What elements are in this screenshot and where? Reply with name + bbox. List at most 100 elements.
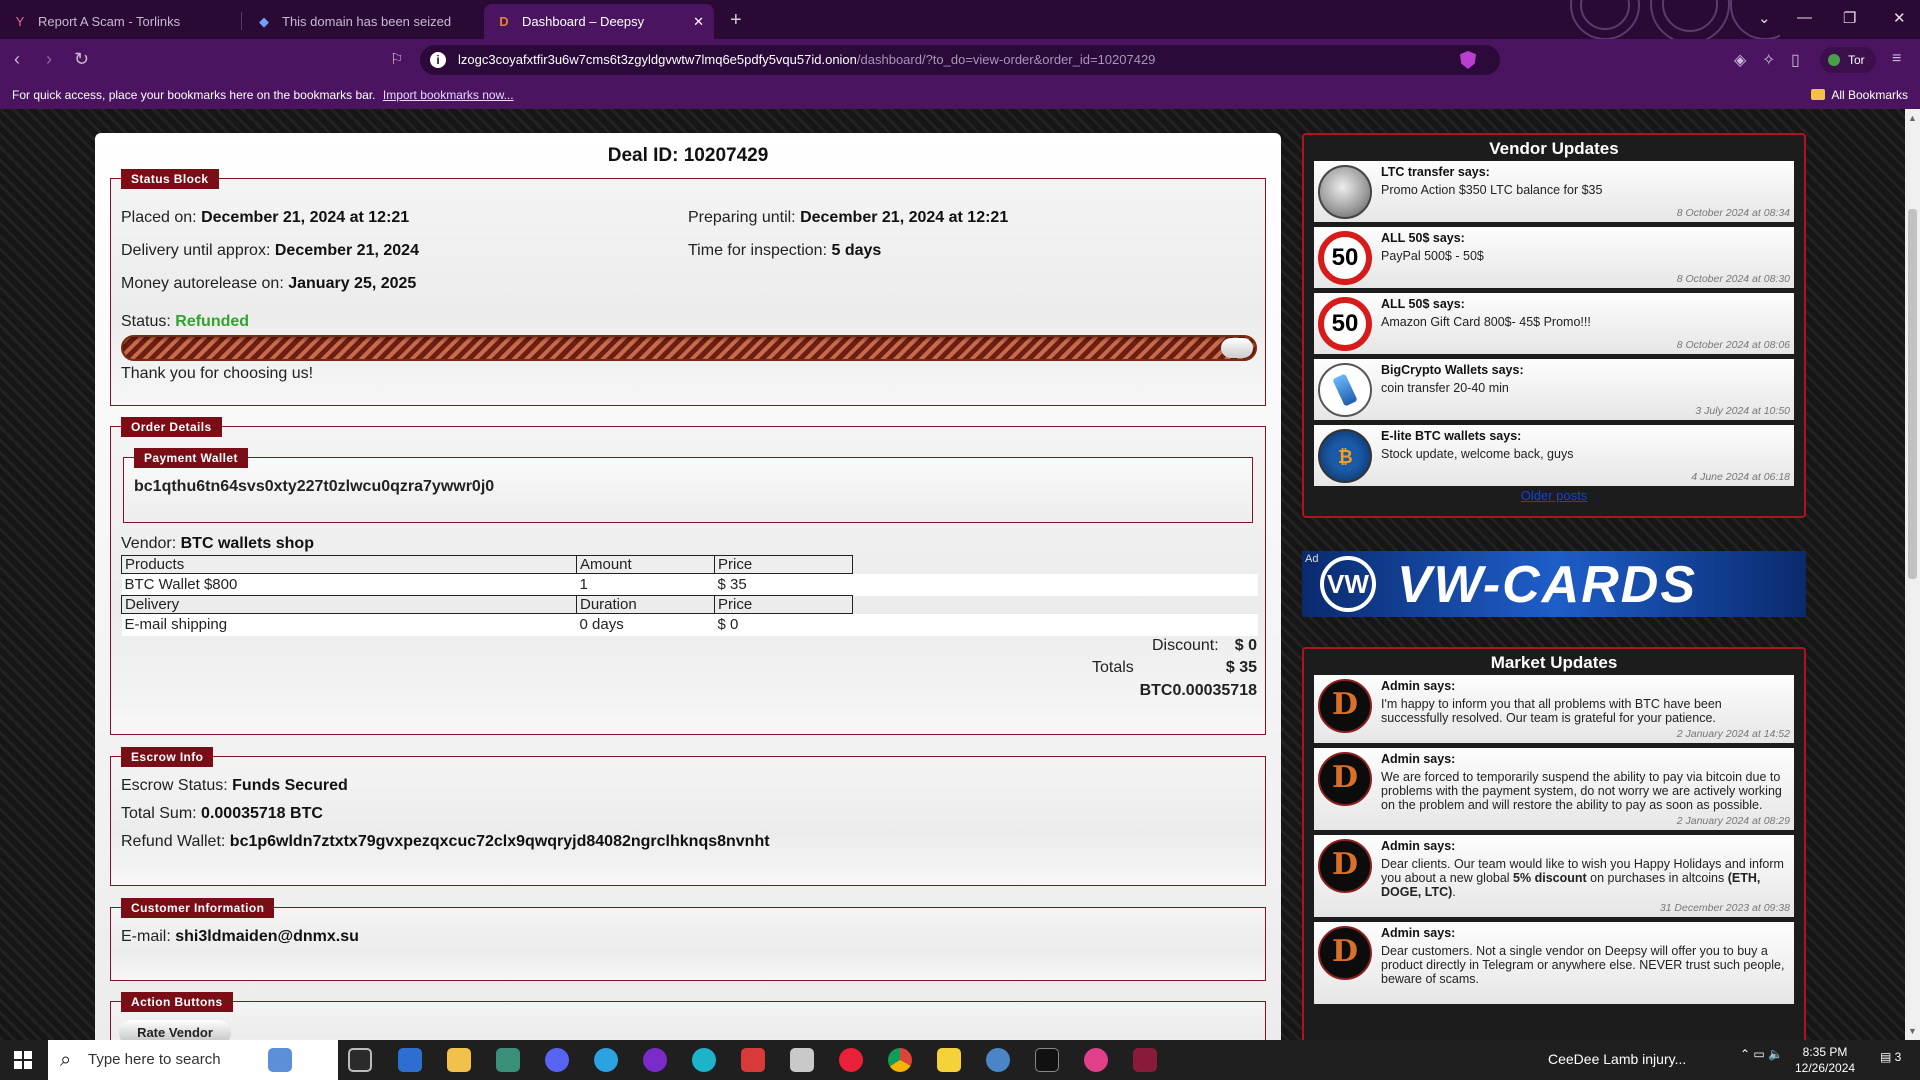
payment-wallet-box: Payment Wallet bc1qthu6tn64svs0xty227t0z… (123, 448, 1253, 523)
url-text[interactable]: lzogc3coyafxtfir3u6w7cms6t3zgyldgvwtw7lm… (458, 52, 1155, 67)
windows-start-icon[interactable] (14, 1051, 32, 1069)
scrollbar-thumb[interactable] (1908, 209, 1917, 579)
notification-icon[interactable]: ▤ 3 (1880, 1050, 1901, 1064)
close-window-icon[interactable]: ✕ (1893, 9, 1906, 27)
update-author[interactable]: ALL 50$ says: (1381, 231, 1786, 245)
scroll-up-icon[interactable]: ▲ (1908, 113, 1917, 123)
vendor-name[interactable]: BTC wallets shop (181, 535, 314, 552)
reload-icon[interactable]: ↻ (74, 49, 89, 70)
app-icon[interactable] (741, 1048, 765, 1072)
taskbar-search-input[interactable]: Type here to search (48, 1040, 338, 1080)
bookmark-icon[interactable]: ⚐ (390, 50, 403, 68)
app-icon[interactable] (1133, 1048, 1157, 1072)
escrow-total-sum: Total Sum: 0.00035718 BTC (121, 805, 323, 822)
tor-button[interactable]: Tor (1820, 47, 1876, 73)
coin-avatar[interactable] (1318, 165, 1372, 219)
wallet-icon[interactable]: ◈ (1734, 50, 1746, 70)
speed-limit-avatar[interactable]: 50 (1318, 297, 1372, 351)
info-icon[interactable]: i (430, 52, 446, 68)
brave-shield-icon[interactable] (1460, 51, 1476, 69)
refund-wallet-address[interactable]: bc1p6wldn7ztxtx79gvxpezqxcuc72clx9qwqryj… (230, 833, 770, 850)
market-update-item: D Admin says: We are forced to temporari… (1314, 748, 1794, 830)
search-highlight-icon[interactable] (268, 1048, 292, 1072)
chrome-icon[interactable] (888, 1048, 912, 1072)
forward-icon[interactable]: › (46, 49, 52, 70)
vendor-line: Vendor: BTC wallets shop (121, 535, 314, 552)
all-bookmarks-button[interactable]: All Bookmarks (1811, 88, 1908, 102)
tor-browser-icon[interactable] (643, 1048, 667, 1072)
brave-icon[interactable] (1084, 1048, 1108, 1072)
tab-report-scam[interactable]: Y Report A Scam - Torlinks (0, 4, 240, 39)
ad-text: VW-CARDS (1397, 556, 1698, 614)
new-tab-button[interactable]: + (730, 9, 742, 32)
tab-bar: Y Report A Scam - Torlinks ◆ This domain… (0, 0, 1920, 39)
tab-dashboard-deepsy[interactable]: D Dashboard – Deepsy ✕ (484, 4, 714, 39)
update-author[interactable]: LTC transfer says: (1381, 165, 1786, 179)
discount-value: $ 0 (1234, 637, 1257, 654)
empty-cell (853, 596, 1258, 614)
scroll-down-icon[interactable]: ▼ (1908, 1026, 1917, 1036)
file-explorer-icon[interactable] (447, 1048, 471, 1072)
terminal-icon[interactable] (1035, 1048, 1059, 1072)
update-timestamp: 2 January 2024 at 08:29 (1676, 815, 1790, 827)
store-icon[interactable] (398, 1048, 422, 1072)
update-author[interactable]: BigCrypto Wallets says: (1381, 363, 1786, 377)
back-icon[interactable]: ‹ (14, 49, 20, 70)
canva-icon[interactable] (692, 1048, 716, 1072)
btc-avatar[interactable] (1318, 429, 1372, 483)
escrow-legend: Escrow Info (121, 747, 214, 767)
tab-title: This domain has been seized (282, 14, 452, 29)
update-text: Dear clients. Our team would like to wis… (1381, 857, 1784, 899)
order-status: Status: Refunded (121, 313, 250, 330)
system-tray[interactable]: ⌃ ▭ 🔈 (1740, 1047, 1783, 1061)
discord-icon[interactable] (545, 1048, 569, 1072)
app-icon[interactable] (496, 1048, 520, 1072)
chevron-down-icon[interactable]: ⌄ (1758, 9, 1771, 27)
clock[interactable]: 8:35 PM 12/26/2024 (1795, 1044, 1855, 1076)
update-author[interactable]: E-lite BTC wallets says: (1381, 429, 1786, 443)
restore-icon[interactable]: ❐ (1843, 9, 1856, 27)
sidebar-icon[interactable]: ▯ (1791, 50, 1800, 70)
column-header: Price (714, 595, 853, 614)
app-icon[interactable] (790, 1048, 814, 1072)
task-view-icon[interactable] (348, 1048, 372, 1072)
vendor-update-item: 50 ALL 50$ says: Amazon Gift Card 800$- … (1314, 293, 1794, 354)
speed-limit-avatar[interactable]: 50 (1318, 231, 1372, 285)
telegram-icon[interactable] (594, 1048, 618, 1072)
product-amount: 1 (576, 573, 715, 596)
tab-title: Dashboard – Deepsy (522, 14, 645, 29)
update-author[interactable]: ALL 50$ says: (1381, 297, 1786, 311)
extensions-icon[interactable]: ✧ (1762, 50, 1775, 70)
news-widget[interactable]: CeeDee Lamb injury... (1548, 1051, 1686, 1067)
tab-domain-seized[interactable]: ◆ This domain has been seized (244, 4, 484, 39)
older-posts-link[interactable]: Older posts (1304, 488, 1804, 504)
sticky-notes-icon[interactable] (937, 1048, 961, 1072)
windows-taskbar: Type here to search CeeDee Lamb injury..… (0, 1040, 1920, 1080)
order-details-block: Order Details Payment Wallet bc1qthu6tn6… (110, 417, 1266, 735)
product-price: $ 35 (714, 573, 853, 596)
minimize-icon[interactable]: — (1797, 9, 1812, 26)
page-viewport: Deal ID: 10207429 Status Block Placed on… (0, 109, 1905, 1040)
status-block: Status Block Placed on: December 21, 202… (110, 169, 1266, 406)
opera-icon[interactable] (839, 1048, 863, 1072)
update-text: coin transfer 20-40 min (1381, 381, 1509, 395)
admin-avatar: D (1318, 839, 1372, 893)
update-text: Stock update, welcome back, guys (1381, 447, 1574, 461)
update-timestamp: 31 December 2023 at 09:38 (1659, 902, 1790, 914)
rate-vendor-button[interactable]: Rate Vendor (119, 1020, 231, 1040)
market-update-item: D Admin says: I'm happy to inform you th… (1314, 675, 1794, 743)
url-bar[interactable]: i lzogc3coyafxtfir3u6w7cms6t3zgyldgvwtw7… (420, 45, 1500, 75)
progress-knob (1221, 338, 1253, 358)
qbittorrent-icon[interactable] (986, 1048, 1010, 1072)
menu-icon[interactable]: ≡ (1892, 50, 1901, 68)
page-scrollbar[interactable]: ▲ ▼ (1905, 109, 1920, 1040)
vendor-update-item: BigCrypto Wallets says: coin transfer 20… (1314, 359, 1794, 420)
ad-label: Ad (1305, 553, 1319, 565)
phone-avatar[interactable] (1318, 363, 1372, 417)
update-author: Admin says: (1381, 926, 1456, 940)
vw-cards-ad[interactable]: Ad VW VW-CARDS (1302, 551, 1806, 617)
payment-wallet-address[interactable]: bc1qthu6tn64svs0xty227t0zlwcu0qzra7ywwr0… (134, 478, 494, 496)
address-bar-row: ‹ › ↻ ⚐ i lzogc3coyafxtfir3u6w7cms6t3zgy… (0, 39, 1920, 81)
import-bookmarks-link[interactable]: Import bookmarks now... (383, 88, 514, 102)
close-icon[interactable]: ✕ (693, 14, 704, 30)
